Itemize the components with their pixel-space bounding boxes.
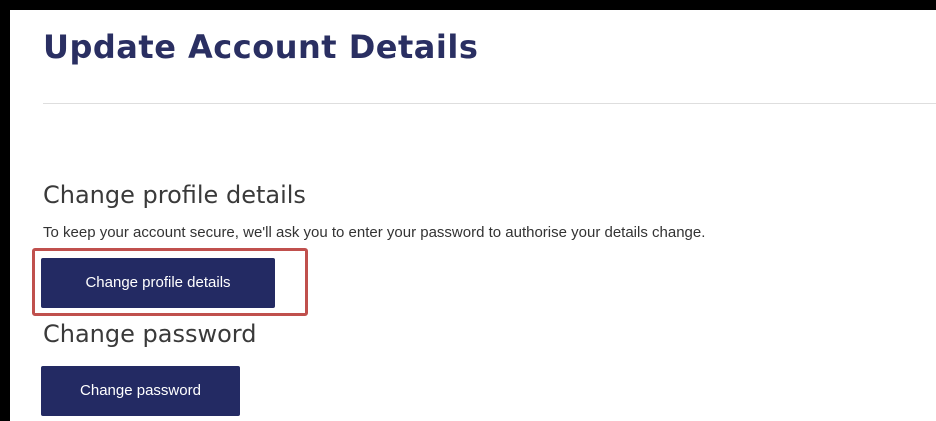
password-section-heading: Change password xyxy=(43,320,257,348)
change-password-button[interactable]: Change password xyxy=(41,366,240,416)
profile-helper-text: To keep your account secure, we'll ask y… xyxy=(43,224,706,241)
page-frame: Update Account Details Change profile de… xyxy=(0,0,936,421)
change-profile-details-button[interactable]: Change profile details xyxy=(41,258,275,308)
profile-section-heading: Change profile details xyxy=(43,181,306,209)
title-divider xyxy=(43,103,936,104)
page-title: Update Account Details xyxy=(43,28,479,66)
